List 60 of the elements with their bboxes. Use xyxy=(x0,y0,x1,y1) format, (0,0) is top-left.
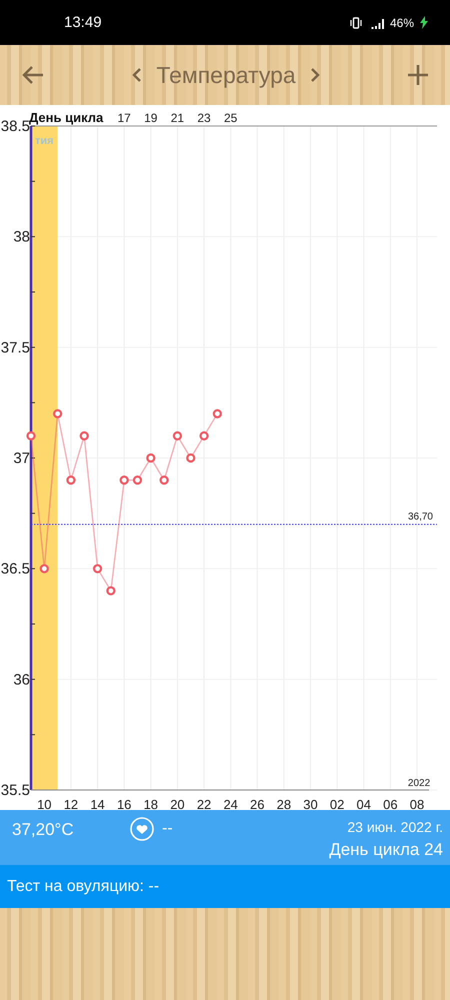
axis-label: 02 xyxy=(330,797,344,810)
axis-label: 36.5 xyxy=(0,560,30,578)
vibrate-icon xyxy=(350,16,362,28)
axis-label: 17 xyxy=(118,111,131,125)
data-point[interactable] xyxy=(160,476,169,485)
temperature-value: 37,20°C xyxy=(12,820,75,840)
axis-label: 08 xyxy=(410,797,424,810)
charging-icon xyxy=(420,16,428,29)
data-point[interactable] xyxy=(80,431,89,440)
axis-label: 26 xyxy=(250,797,265,810)
clock-time: 13:49 xyxy=(64,14,103,31)
axis-label: 19 xyxy=(144,111,158,125)
data-point[interactable] xyxy=(186,453,196,463)
data-point[interactable] xyxy=(40,564,49,574)
chevron-left-icon xyxy=(132,68,142,82)
axis-label: 36 xyxy=(13,671,30,688)
data-point[interactable] xyxy=(212,409,222,418)
axis-label: 18 xyxy=(144,797,158,810)
chevron-right-icon xyxy=(310,68,320,82)
heart-value: -- xyxy=(162,820,173,838)
data-point[interactable] xyxy=(26,431,36,440)
data-point[interactable] xyxy=(120,476,129,485)
data-point[interactable] xyxy=(53,409,62,418)
axis-label: 14 xyxy=(90,797,105,810)
battery-level: 46% xyxy=(390,16,414,30)
data-point[interactable] xyxy=(106,586,116,596)
axis-label: 06 xyxy=(383,797,398,810)
plus-icon xyxy=(408,65,428,85)
data-point[interactable] xyxy=(66,476,76,485)
axis-label: 23 xyxy=(197,111,211,125)
axis-label: 21 xyxy=(170,111,184,125)
axis-label: 22 xyxy=(196,797,212,810)
axis-label: 35.5 xyxy=(0,782,30,799)
band-label: тия xyxy=(35,135,54,147)
axis-label: 28 xyxy=(276,797,292,810)
data-point[interactable] xyxy=(172,431,182,440)
axis-title: День цикла xyxy=(29,110,104,125)
axis-label: 37.5 xyxy=(0,339,30,356)
cycle-day-label: День цикла 24 xyxy=(329,840,443,860)
axis-label: 04 xyxy=(356,797,372,810)
data-point[interactable] xyxy=(132,476,142,485)
back-arrow-icon xyxy=(22,66,44,84)
line-label: 36,70 xyxy=(408,511,433,522)
screen-title: Температура xyxy=(156,62,296,88)
data-point[interactable] xyxy=(92,564,102,574)
ovulation-test-label: Тест на овуляцию: -- xyxy=(7,878,160,896)
axis-label: 24 xyxy=(223,797,238,810)
data-point[interactable] xyxy=(146,453,156,463)
axis-label: 30 xyxy=(303,797,318,810)
axis-label: 25 xyxy=(224,111,238,125)
axis-label: 20 xyxy=(170,797,185,810)
axis-label: 12 xyxy=(64,797,78,810)
axis-label: 16 xyxy=(116,797,132,810)
axis-label: 38 xyxy=(13,228,30,246)
axis-label: 37 xyxy=(13,450,30,467)
year-label: 2022 xyxy=(408,778,430,789)
data-point[interactable] xyxy=(199,431,209,440)
axis-label: 10 xyxy=(37,797,52,810)
axis-label: 38.5 xyxy=(0,118,30,135)
date-label: 23 июн. 2022 г. xyxy=(347,819,443,835)
